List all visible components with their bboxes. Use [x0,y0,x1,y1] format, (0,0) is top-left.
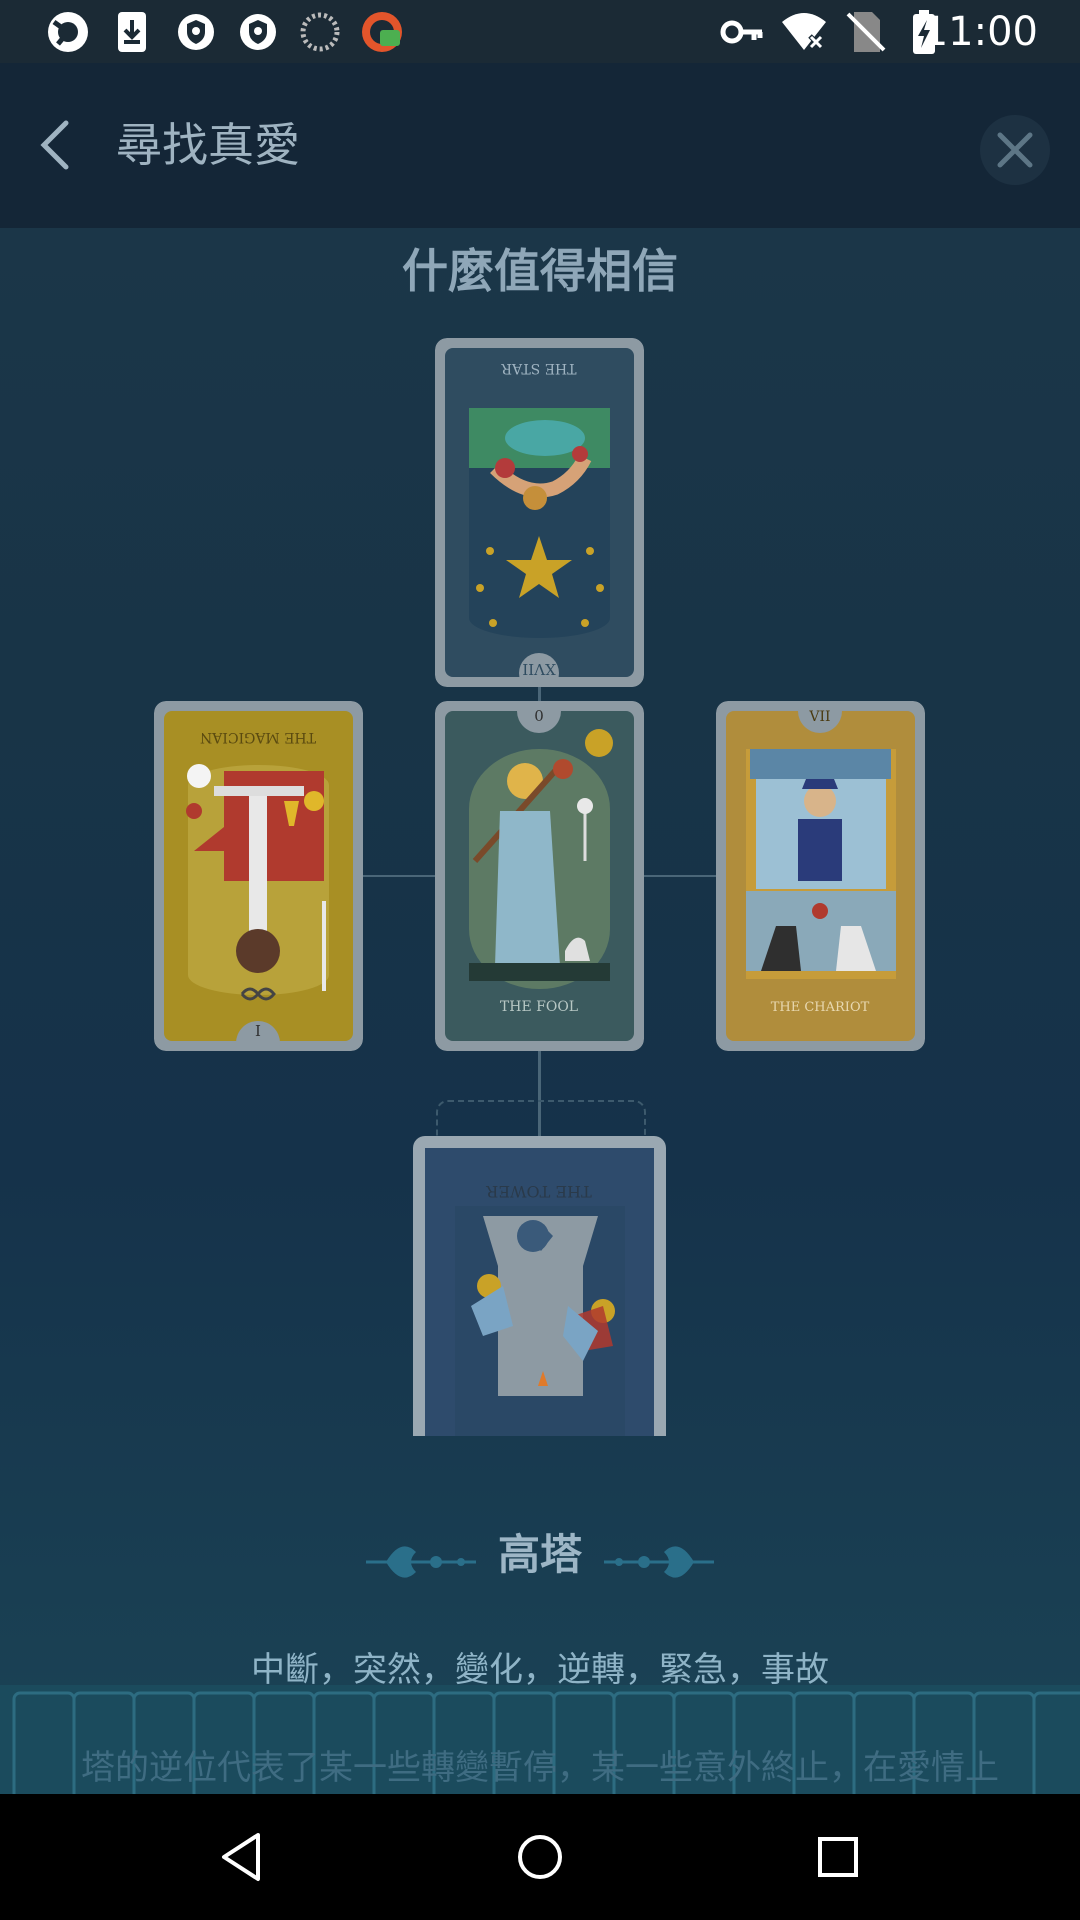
app-badge-icon [362,12,402,52]
no-sim-icon [846,12,886,52]
spread-title: 什麼值得相信 [402,244,678,298]
nav-recents-icon[interactable] [808,1827,868,1887]
close-button[interactable] [980,115,1050,185]
card-name-label: THE MAGICIAN [200,729,316,745]
card-name-label: THE CHARIOT [771,1000,870,1015]
card-name-label: THE TOWER [485,1182,591,1201]
card-numeral-label: XVII [522,660,555,678]
app-bar: 尋找真愛 [0,63,1080,228]
sync-app-icon [48,12,88,52]
card-name-label: THE FOOL [500,999,578,1015]
back-arrow-icon[interactable] [28,115,88,175]
card-numeral-label: I [255,1022,261,1040]
ornament-right-icon [604,1546,714,1578]
selected-card-header: 高塔 [0,1510,1080,1600]
wifi-off-icon [782,13,826,50]
vpn-shield-icon [240,14,276,50]
page-title: 尋找真愛 [116,118,300,172]
status-bar: 11:00 [0,0,1080,63]
navigation-bar [0,1794,1080,1920]
key-icon [720,20,763,44]
card-name-label: THE STAR [501,360,576,376]
status-time: 11:00 [922,9,1038,55]
download-icon [118,12,146,52]
close-icon [997,132,1033,168]
loading-icon [300,12,340,52]
card-numeral-label: 0 [534,707,544,725]
nav-home-icon[interactable] [510,1827,570,1887]
vpn-shield-icon [178,14,214,50]
tarot-card-the-chariot[interactable]: VII THE CHARIOT [716,701,925,1051]
card-description: 塔的逆位代表了某一些轉變暫停，某一些意外終止，在愛情上 [81,1748,999,1788]
selected-card-name: 高塔 [497,1530,582,1579]
nav-back-icon[interactable] [212,1827,272,1887]
tarot-card-the-tower[interactable]: THE TOWER [413,1136,666,1436]
tarot-card-the-fool[interactable]: 0 THE FOOL [435,701,644,1051]
tarot-card-the-star[interactable]: THE STAR XVII [435,338,644,687]
tarot-card-the-magician[interactable]: THE MAGICIAN I [154,701,363,1051]
reading-area: 什麼值得相信 THE STAR XVII THE MAGICIAN I 0 TH… [0,228,1080,1795]
card-numeral-label: VII [808,709,830,725]
